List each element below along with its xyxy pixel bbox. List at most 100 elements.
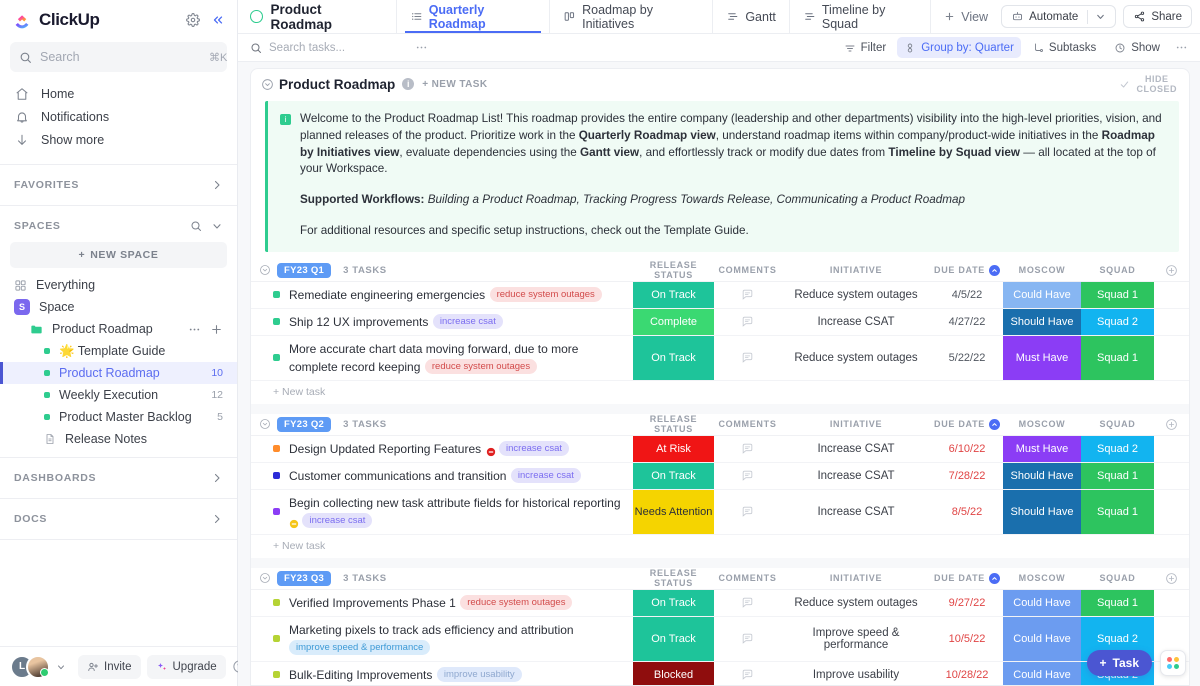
collapse-group-icon[interactable] [259,418,271,430]
filter-button[interactable]: Filter [837,37,894,58]
column-header-initiative[interactable]: INITIATIVE [781,419,931,429]
chevron-right-icon[interactable] [211,513,223,525]
table-row[interactable]: Bulk-Editing Improvements improve usabil… [251,662,1189,685]
invite-button[interactable]: Invite [78,655,141,679]
task-name-cell[interactable]: Design Updated Reporting Features increa… [251,436,633,462]
collapse-sidebar-icon[interactable] [211,13,225,27]
initiative-cell[interactable]: Reduce system outages [781,336,931,380]
tab-roadmap-by-initiatives[interactable]: Roadmap by Initiatives [549,0,712,33]
search-tasks-input[interactable] [269,42,405,54]
column-header-due-date[interactable]: DUE DATE [931,573,1003,584]
due-date-cell[interactable]: 10/5/22 [931,617,1003,661]
chevron-right-icon[interactable] [211,472,223,484]
tab-timeline-by-squad[interactable]: Timeline by Squad [789,0,930,33]
task-name-cell[interactable]: Ship 12 UX improvements increase csat [251,309,633,335]
task-status-square[interactable] [273,472,280,479]
new-task-inline-button[interactable]: + New task [251,535,1189,558]
avatar-group[interactable]: L [10,655,50,679]
initiative-cell[interactable]: Improve speed & performance [781,617,931,661]
add-view-button[interactable]: View [930,0,1001,33]
new-task-button[interactable]: + NEW TASK [422,79,487,90]
release-status-cell[interactable]: Complete [633,309,714,335]
table-row[interactable]: Customer communications and transition i… [251,463,1189,490]
squad-cell[interactable]: Squad 1 [1081,590,1154,616]
moscow-cell[interactable]: Should Have [1003,490,1081,534]
table-row[interactable]: Begin collecting new task attribute fiel… [251,490,1189,535]
comments-cell[interactable] [714,282,781,308]
task-name-cell[interactable]: Begin collecting new task attribute fiel… [251,490,633,534]
squad-cell[interactable]: Squad 2 [1081,436,1154,462]
toolbar-more-icon[interactable] [415,41,428,54]
due-date-cell[interactable]: 8/5/22 [931,490,1003,534]
subtasks-button[interactable]: Subtasks [1025,37,1103,58]
due-date-cell[interactable]: 4/27/22 [931,309,1003,335]
dashboards-section-header[interactable]: DASHBOARDS [0,465,237,491]
sidebar-item-list-product-roadmap[interactable]: Product Roadmap 10 [0,362,237,384]
automate-button[interactable]: Automate [1001,5,1116,28]
sidebar-item-space[interactable]: S Space [0,296,237,318]
task-status-square[interactable] [273,354,280,361]
release-status-cell[interactable]: Needs Attention [633,490,714,534]
due-date-cell[interactable]: 7/28/22 [931,463,1003,489]
task-tag[interactable]: increase csat [511,468,581,483]
task-tag[interactable]: reduce system outages [490,287,602,302]
column-header-moscow[interactable]: MOSCOW [1003,419,1081,429]
release-status-cell[interactable]: Blocked [633,662,714,685]
docs-section-header[interactable]: DOCS [0,506,237,532]
release-status-cell[interactable]: At Risk [633,436,714,462]
add-column-button[interactable] [1154,264,1189,277]
column-header-squad[interactable]: SQUAD [1081,573,1154,583]
column-header-moscow[interactable]: MOSCOW [1003,265,1081,275]
collapse-group-icon[interactable] [259,264,271,276]
due-date-cell[interactable]: 9/27/22 [931,590,1003,616]
task-tag[interactable]: improve usability [437,667,522,682]
chevron-down-icon[interactable] [56,662,66,672]
show-button[interactable]: Show [1107,37,1167,58]
initiative-cell[interactable]: Reduce system outages [781,282,931,308]
hide-closed-toggle[interactable]: HIDE CLOSED [1119,74,1177,94]
column-header-moscow[interactable]: MOSCOW [1003,573,1081,583]
table-row[interactable]: Ship 12 UX improvements increase csatCom… [251,309,1189,336]
initiative-cell[interactable]: Increase CSAT [781,463,931,489]
column-header-squad[interactable]: SQUAD [1081,419,1154,429]
table-row[interactable]: Remediate engineering emergencies reduce… [251,282,1189,309]
release-status-cell[interactable]: On Track [633,282,714,308]
group-pill[interactable]: FY23 Q3 [277,571,331,586]
release-status-cell[interactable]: On Track [633,336,714,380]
add-column-button[interactable] [1154,418,1189,431]
moscow-cell[interactable]: Should Have [1003,309,1081,335]
release-status-cell[interactable]: On Track [633,590,714,616]
new-task-inline-button[interactable]: + New task [251,381,1189,404]
task-tag[interactable]: reduce system outages [460,595,572,610]
column-header-initiative[interactable]: INITIATIVE [781,573,931,583]
task-name-cell[interactable]: Bulk-Editing Improvements improve usabil… [251,662,633,685]
group-pill[interactable]: FY23 Q2 [277,417,331,432]
due-date-cell[interactable]: 10/28/22 [931,662,1003,685]
column-header-comments[interactable]: COMMENTS [714,265,781,275]
task-name-cell[interactable]: More accurate chart data moving forward,… [251,336,633,380]
column-header-release-status[interactable]: RELEASE STATUS [633,414,714,434]
moscow-cell[interactable]: Should Have [1003,463,1081,489]
column-header-squad[interactable]: SQUAD [1081,265,1154,275]
squad-cell[interactable]: Squad 1 [1081,336,1154,380]
initiative-cell[interactable]: Improve usability [781,662,931,685]
task-status-square[interactable] [273,508,280,515]
comments-cell[interactable] [714,309,781,335]
sidebar-item-list-product-master-backlog[interactable]: Product Master Backlog 5 [0,406,237,428]
favorites-section-header[interactable]: FAVORITES [0,172,237,198]
comments-cell[interactable] [714,590,781,616]
task-name-cell[interactable]: Customer communications and transition i… [251,463,633,489]
folder-more-icon[interactable] [188,323,201,336]
comments-cell[interactable] [714,490,781,534]
moscow-cell[interactable]: Must Have [1003,436,1081,462]
task-name-cell[interactable]: Remediate engineering emergencies reduce… [251,282,633,308]
new-task-fab[interactable]: + Task [1087,650,1152,676]
share-button[interactable]: Share [1123,5,1192,28]
release-status-cell[interactable]: On Track [633,617,714,661]
chevron-down-icon[interactable] [211,220,223,232]
moscow-cell[interactable]: Could Have [1003,282,1081,308]
tab-gantt[interactable]: Gantt [712,0,789,33]
add-column-button[interactable] [1154,572,1189,585]
task-status-square[interactable] [273,291,280,298]
task-tag[interactable]: improve speed & performance [289,640,430,655]
